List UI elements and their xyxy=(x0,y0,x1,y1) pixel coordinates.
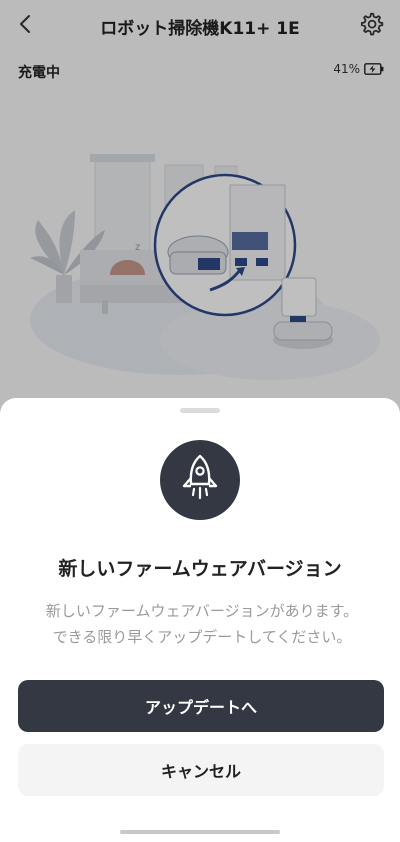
sheet-grabber[interactable] xyxy=(180,408,220,413)
home-indicator[interactable] xyxy=(120,830,280,834)
update-button[interactable]: アップデートへ xyxy=(18,680,384,732)
cancel-button[interactable]: キャンセル xyxy=(18,744,384,796)
dialog-title: 新しいファームウェアバージョン xyxy=(58,558,342,580)
dialog-message: 新しいファームウェアバージョンがあります。 できる限り早くアップデートしてくださ… xyxy=(24,598,380,650)
dialog-message-line-2: できる限り早くアップデートしてください。 xyxy=(52,628,352,646)
rocket-icon xyxy=(182,454,218,500)
dialog-message-line-1: 新しいファームウェアバージョンがあります。 xyxy=(45,602,359,620)
rocket-badge xyxy=(160,440,240,520)
update-bottom-sheet: 新しいファームウェアバージョン 新しいファームウェアバージョンがあります。 でき… xyxy=(0,398,400,842)
